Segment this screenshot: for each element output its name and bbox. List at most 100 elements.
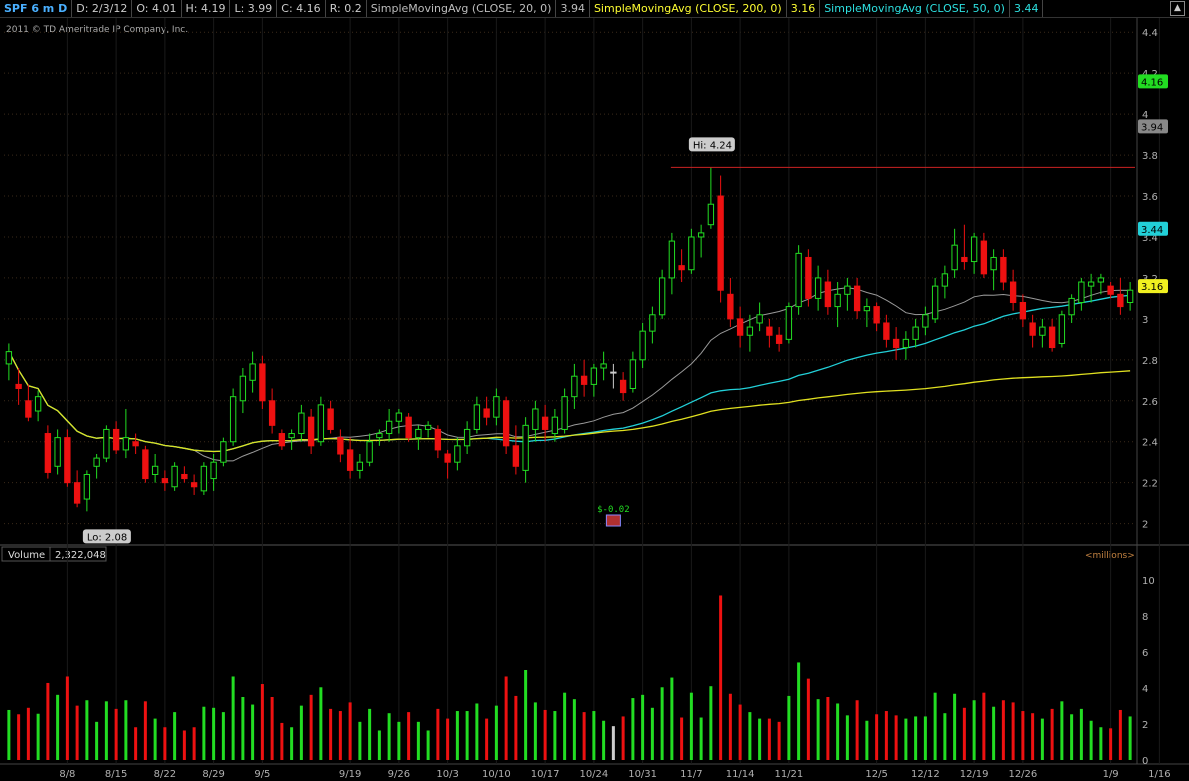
candle-body: [356, 461, 364, 471]
candle-body: [766, 326, 773, 336]
candle-body: [639, 330, 646, 361]
volume-bar: [962, 707, 966, 760]
candle: [171, 462, 178, 491]
volume-bar: [1050, 708, 1054, 760]
volume-bar: [1128, 716, 1132, 760]
time-tick-label: 10/17: [531, 769, 560, 780]
ma20-study-label[interactable]: SimpleMovingAvg (CLOSE, 20, 0): [367, 0, 557, 17]
time-tick-label: 12/12: [911, 769, 940, 780]
volume-bar: [1021, 711, 1025, 760]
ma200-study-label[interactable]: SimpleMovingAvg (CLOSE, 200, 0): [590, 0, 787, 17]
price-tick-label: 2.4: [1142, 438, 1158, 449]
volume-bar: [251, 704, 255, 760]
time-tick-label: 11/7: [680, 769, 702, 780]
candle: [405, 413, 412, 442]
candle-body: [590, 367, 598, 385]
volume-tick-label: 0: [1142, 756, 1148, 767]
candle-body: [151, 465, 159, 475]
candle-body: [64, 437, 71, 484]
volume-bar: [865, 720, 869, 760]
candle-body: [717, 195, 724, 291]
candle-body: [707, 203, 715, 226]
volume-bar: [777, 721, 781, 760]
volume-bar: [124, 700, 128, 760]
volume-bar: [816, 699, 820, 760]
volume-bar: [202, 706, 206, 760]
candle-body: [668, 240, 676, 279]
candle-body: [931, 285, 939, 320]
candle: [785, 302, 793, 344]
volume-bar: [1070, 714, 1074, 760]
candle-body: [1087, 281, 1095, 287]
volume-bar: [709, 686, 713, 760]
volume-bar: [56, 694, 60, 760]
time-tick-label: 8/8: [59, 769, 75, 780]
volume-tick-label: 8: [1142, 612, 1148, 623]
volume-bar: [397, 721, 401, 760]
volume-value: 2,322,048: [55, 550, 106, 561]
time-tick-label: 8/15: [105, 769, 127, 780]
candle-body: [980, 240, 988, 275]
candle-body: [5, 351, 13, 365]
volume-bar: [143, 701, 147, 760]
candle-body: [600, 363, 607, 369]
symbol-label[interactable]: SPF 6 m D: [0, 0, 73, 17]
volume-bar: [660, 687, 664, 760]
ma50-study-label[interactable]: SimpleMovingAvg (CLOSE, 50, 0): [820, 0, 1010, 17]
candle-body: [1009, 281, 1017, 303]
volume-bar: [826, 697, 830, 760]
low-label: L: 3.99: [230, 0, 278, 17]
candle-body: [259, 363, 266, 402]
candle-body: [483, 408, 490, 418]
time-tick-label: 10/10: [482, 769, 511, 780]
ma50-tag: 3.44: [1141, 225, 1163, 236]
volume-unit-label: <millions>: [1085, 551, 1135, 561]
volume-bar: [7, 709, 11, 760]
candle-body: [327, 408, 334, 430]
candle-body: [736, 318, 744, 336]
candle-body: [727, 293, 734, 320]
candle-body: [346, 449, 354, 471]
candle-body: [34, 396, 42, 412]
volume-bar: [153, 718, 157, 760]
ma20-tag: 3.94: [1141, 122, 1163, 133]
candle-body: [25, 400, 32, 418]
candle-body: [54, 437, 61, 467]
volume-bar: [933, 692, 937, 760]
candle-body: [1117, 293, 1124, 308]
volume-bar: [75, 705, 79, 760]
volume-bar: [836, 703, 840, 760]
time-tick-label: 10/3: [436, 769, 458, 780]
earnings-note-label: $-0.02: [597, 505, 630, 515]
candle-body: [658, 277, 666, 316]
candle-body: [522, 424, 529, 471]
candle-body: [1048, 326, 1056, 349]
chart-settings-icon[interactable]: ▲: [1170, 1, 1185, 16]
candle-body: [454, 445, 461, 463]
candle-body: [181, 473, 188, 480]
candle: [502, 396, 510, 455]
candle-body: [795, 252, 802, 308]
candle-body: [746, 326, 754, 336]
volume-bar: [1011, 702, 1015, 760]
candle-body: [385, 420, 393, 435]
candle: [1058, 310, 1066, 348]
ma200-study-value: 3.16: [787, 0, 821, 17]
candle-body: [551, 416, 559, 435]
volume-bar: [855, 700, 859, 760]
candle: [795, 245, 802, 315]
candle-body: [424, 424, 432, 430]
volume-bar: [114, 708, 118, 760]
candle-body: [1039, 326, 1046, 336]
volume-bar: [943, 713, 947, 760]
volume-bar: [787, 695, 791, 760]
volume-tick-label: 4: [1142, 684, 1148, 695]
volume-bar: [1118, 709, 1122, 760]
price-tick-label: 3.6: [1142, 192, 1158, 203]
volume-bar: [894, 715, 898, 760]
volume-bar: [485, 718, 489, 760]
candle-body: [902, 338, 910, 349]
volume-bar: [231, 676, 235, 760]
volume-bar: [553, 711, 557, 760]
volume-bar: [748, 712, 752, 760]
